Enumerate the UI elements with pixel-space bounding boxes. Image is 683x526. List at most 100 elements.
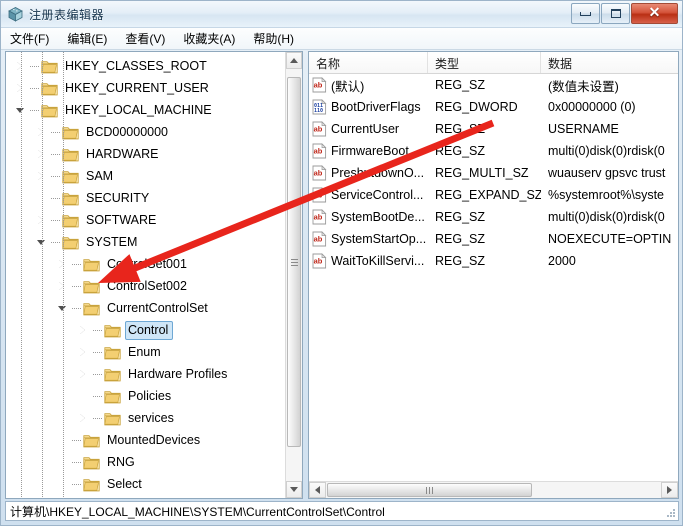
folder-icon — [41, 82, 58, 95]
tree-expander[interactable] — [14, 55, 30, 77]
tree-scroll-thumb[interactable] — [287, 77, 301, 447]
tree-connector — [30, 99, 41, 121]
tree-item-rng[interactable]: RNG — [6, 451, 285, 473]
value-row[interactable]: ab (默认) REG_SZ (数值未设置) — [309, 74, 678, 96]
tree-item-policies[interactable]: Policies — [6, 385, 285, 407]
tree-expander[interactable] — [35, 143, 51, 165]
tree-item-select[interactable]: Select — [6, 473, 285, 495]
value-type-cell: REG_SZ — [435, 78, 486, 92]
tree-expander[interactable] — [77, 407, 93, 429]
tree-item-hkey-local-machine[interactable]: HKEY_LOCAL_MACHINE — [6, 99, 285, 121]
tree-item-bcd00000000[interactable]: BCD00000000 — [6, 121, 285, 143]
tree-scroll-track[interactable] — [286, 69, 302, 481]
tree-item-hardware[interactable]: HARDWARE — [6, 143, 285, 165]
resize-grip-icon[interactable] — [664, 506, 676, 518]
triangle-right-icon — [80, 414, 85, 422]
triangle-down-icon — [16, 108, 24, 113]
menu-favorites[interactable]: 收藏夹(A) — [183, 28, 244, 49]
close-button[interactable]: ✕ — [631, 3, 678, 24]
value-type-cell: REG_SZ — [435, 122, 486, 136]
tree-item-label: CurrentControlSet — [107, 300, 208, 315]
tree-expander[interactable] — [35, 121, 51, 143]
value-row[interactable]: ab CurrentUser REG_SZ USERNAME — [309, 118, 678, 140]
tree-item-setup[interactable]: Setup — [6, 495, 285, 498]
value-row[interactable]: ab SystemBootDe... REG_SZ multi(0)disk(0)rd… — [309, 206, 678, 228]
tree-expander[interactable] — [77, 363, 93, 385]
folder-icon — [83, 434, 100, 447]
scroll-right-button[interactable] — [661, 482, 678, 498]
menu-file[interactable]: 文件(F) — [10, 28, 58, 49]
tree-item-services[interactable]: services — [6, 407, 285, 429]
tree-expander[interactable] — [14, 99, 30, 121]
value-name-label: PreshutdownO... — [331, 166, 425, 180]
triangle-right-icon — [80, 348, 85, 356]
value-row[interactable]: ab WaitToKillServi... REG_SZ 2000 — [309, 250, 678, 272]
list-horizontal-scrollbar[interactable] — [309, 481, 678, 498]
tree-item-security[interactable]: SECURITY — [6, 187, 285, 209]
minimize-button[interactable] — [571, 3, 600, 24]
tree-guide-line — [42, 52, 43, 498]
list-scroll-track[interactable] — [326, 482, 661, 498]
tree-item-controlset001[interactable]: ControlSet001 — [6, 253, 285, 275]
tree-expander[interactable] — [35, 165, 51, 187]
menu-edit[interactable]: 编辑(E) — [67, 28, 116, 49]
tree-expander[interactable] — [35, 231, 51, 253]
tree-item-software[interactable]: SOFTWARE — [6, 209, 285, 231]
tree-expander[interactable] — [56, 275, 72, 297]
value-row[interactable]: ab SystemStartOp... REG_SZ NOEXECUTE=OPTIN — [309, 228, 678, 250]
tree-connector — [72, 275, 83, 297]
string-value-icon: ab — [312, 187, 327, 203]
scroll-left-button[interactable] — [309, 482, 326, 498]
value-row[interactable]: ab ServiceControl... REG_EXPAND_SZ %systemr… — [309, 184, 678, 206]
value-row[interactable]: ab PreshutdownO... REG_MULTI_SZ wuauserv gp… — [309, 162, 678, 184]
window-controls: ✕ — [570, 3, 678, 24]
tree-expander[interactable] — [56, 495, 72, 498]
list-scroll-thumb[interactable] — [327, 483, 532, 497]
tree-item-system[interactable]: SYSTEM — [6, 231, 285, 253]
tree-item-hardware-profiles[interactable]: Hardware Profiles — [6, 363, 285, 385]
column-header-data[interactable]: 数据 — [541, 52, 678, 73]
tree-expander[interactable] — [35, 209, 51, 231]
registry-tree[interactable]: HKEY_CLASSES_ROOT HKEY_CURRENT_USER HKEY_L… — [6, 52, 285, 498]
value-data-cell: USERNAME — [548, 122, 619, 136]
tree-item-enum[interactable]: Enum — [6, 341, 285, 363]
content-area: HKEY_CLASSES_ROOT HKEY_CURRENT_USER HKEY_L… — [5, 51, 679, 499]
menu-help[interactable]: 帮助(H) — [253, 28, 303, 49]
value-row[interactable]: 011 110 BootDriverFlags REG_DWORD 0x00000000… — [309, 96, 678, 118]
value-row[interactable]: ab FirmwareBoot... REG_SZ multi(0)disk(0)rd… — [309, 140, 678, 162]
tree-expander[interactable] — [14, 77, 30, 99]
value-name-cell: ab WaitToKillServi... — [309, 253, 428, 269]
tree-item-hkey-current-user[interactable]: HKEY_CURRENT_USER — [6, 77, 285, 99]
tree-item-label: Select — [107, 476, 142, 491]
scroll-down-button[interactable] — [286, 481, 302, 498]
tree-connector — [51, 121, 62, 143]
column-header-type[interactable]: 类型 — [428, 52, 541, 73]
menu-view[interactable]: 查看(V) — [125, 28, 174, 49]
tree-item-label: SOFTWARE — [86, 212, 157, 227]
tree-item-label: HKEY_LOCAL_MACHINE — [65, 102, 212, 117]
value-type-cell: REG_DWORD — [435, 100, 518, 114]
tree-item-sam[interactable]: SAM — [6, 165, 285, 187]
tree-connector — [51, 143, 62, 165]
maximize-button[interactable] — [601, 3, 630, 24]
svg-text:ab: ab — [314, 147, 323, 156]
tree-expander[interactable] — [56, 253, 72, 275]
tree-item-hkey-classes-root[interactable]: HKEY_CLASSES_ROOT — [6, 55, 285, 77]
registry-values-list[interactable]: ab (默认) REG_SZ (数值未设置) 011 110 BootDriverFlags… — [309, 74, 678, 481]
tree-expander[interactable] — [56, 297, 72, 319]
tree-item-controlset002[interactable]: ControlSet002 — [6, 275, 285, 297]
tree-item-control[interactable]: Control — [6, 319, 285, 341]
value-name-label: SystemBootDe... — [331, 210, 425, 224]
registry-editor-icon — [8, 6, 23, 22]
value-name-cell: ab SystemBootDe... — [309, 209, 428, 225]
tree-expander[interactable] — [77, 319, 93, 341]
column-header-name[interactable]: 名称 — [309, 52, 428, 73]
tree-item-mounteddevices[interactable]: MountedDevices — [6, 429, 285, 451]
tree-expander[interactable] — [77, 341, 93, 363]
tree-vertical-scrollbar[interactable] — [285, 52, 302, 498]
tree-connector — [93, 385, 104, 407]
tree-item-currentcontrolset[interactable]: CurrentControlSet — [6, 297, 285, 319]
value-data-cell: 0x00000000 (0) — [548, 100, 636, 114]
scroll-up-button[interactable] — [286, 52, 302, 69]
